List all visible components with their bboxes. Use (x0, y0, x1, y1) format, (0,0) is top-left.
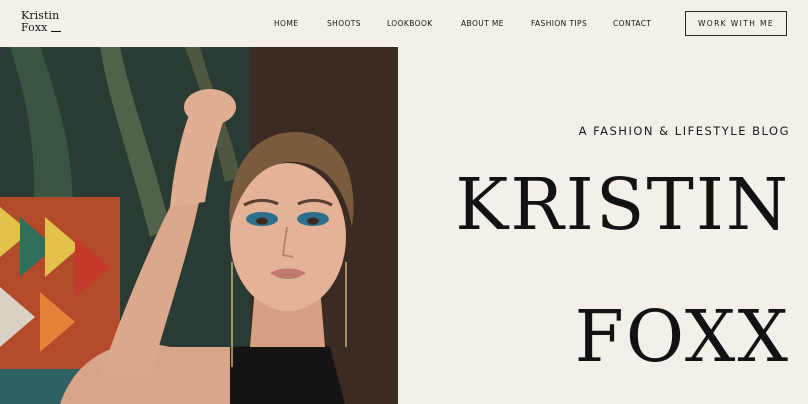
nav-lookbook[interactable]: LOOKBOOK (387, 19, 433, 28)
nav-contact[interactable]: CONTACT (613, 19, 651, 28)
work-with-me-button[interactable]: WORK WITH ME (685, 11, 787, 36)
nav-about-me[interactable]: ABOUT ME (461, 19, 504, 28)
logo-line-2: Foxx (21, 21, 48, 34)
nav-home[interactable]: HOME (274, 19, 298, 28)
nav-shoots[interactable]: SHOOTS (327, 19, 361, 28)
site-logo[interactable]: Kristin Foxx (21, 10, 62, 34)
hero-tagline: A FASHION & LIFESTYLE BLOG (578, 124, 790, 138)
logo-underline-mark (51, 31, 62, 32)
site-header: Kristin Foxx HOME SHOOTS LOOKBOOK ABOUT … (0, 0, 808, 47)
hero-portrait-image (0, 47, 398, 404)
hero-name-line-2: FOXX (574, 295, 790, 378)
portrait-illustration (0, 47, 398, 404)
nav-fashion-tips[interactable]: FASHION TIPS (531, 19, 587, 28)
hero-name-line-1: KRISTIN (455, 163, 790, 246)
